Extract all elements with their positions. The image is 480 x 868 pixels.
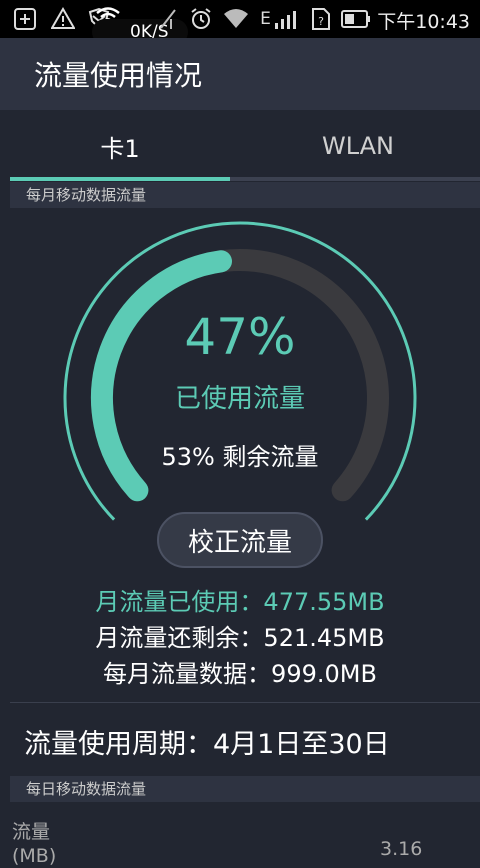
- chart-y-label: 流量 (MB): [12, 820, 56, 868]
- chart-y-label-line1: 流量: [12, 821, 51, 843]
- used-label: 已使用流量: [174, 384, 305, 414]
- remaining-label: 53% 剩余流量: [161, 443, 319, 471]
- monthly-total: 每月流量数据：999.0MB: [103, 660, 377, 688]
- chart-value-label: 3.16: [380, 838, 423, 860]
- calibrate-button[interactable]: 校正流量: [157, 512, 323, 568]
- usage-gauge: [63, 221, 417, 521]
- usage-cycle: 流量使用周期：4月1日至30日: [24, 729, 390, 760]
- chart-y-label-line2: (MB): [12, 845, 57, 867]
- daily-data-label: 每日移动数据流量: [10, 776, 480, 802]
- monthly-used: 月流量已使用：477.55MB: [95, 588, 385, 616]
- used-percent: 47%: [184, 308, 296, 366]
- divider: [10, 702, 480, 703]
- monthly-remaining: 月流量还剩余：521.45MB: [95, 624, 385, 652]
